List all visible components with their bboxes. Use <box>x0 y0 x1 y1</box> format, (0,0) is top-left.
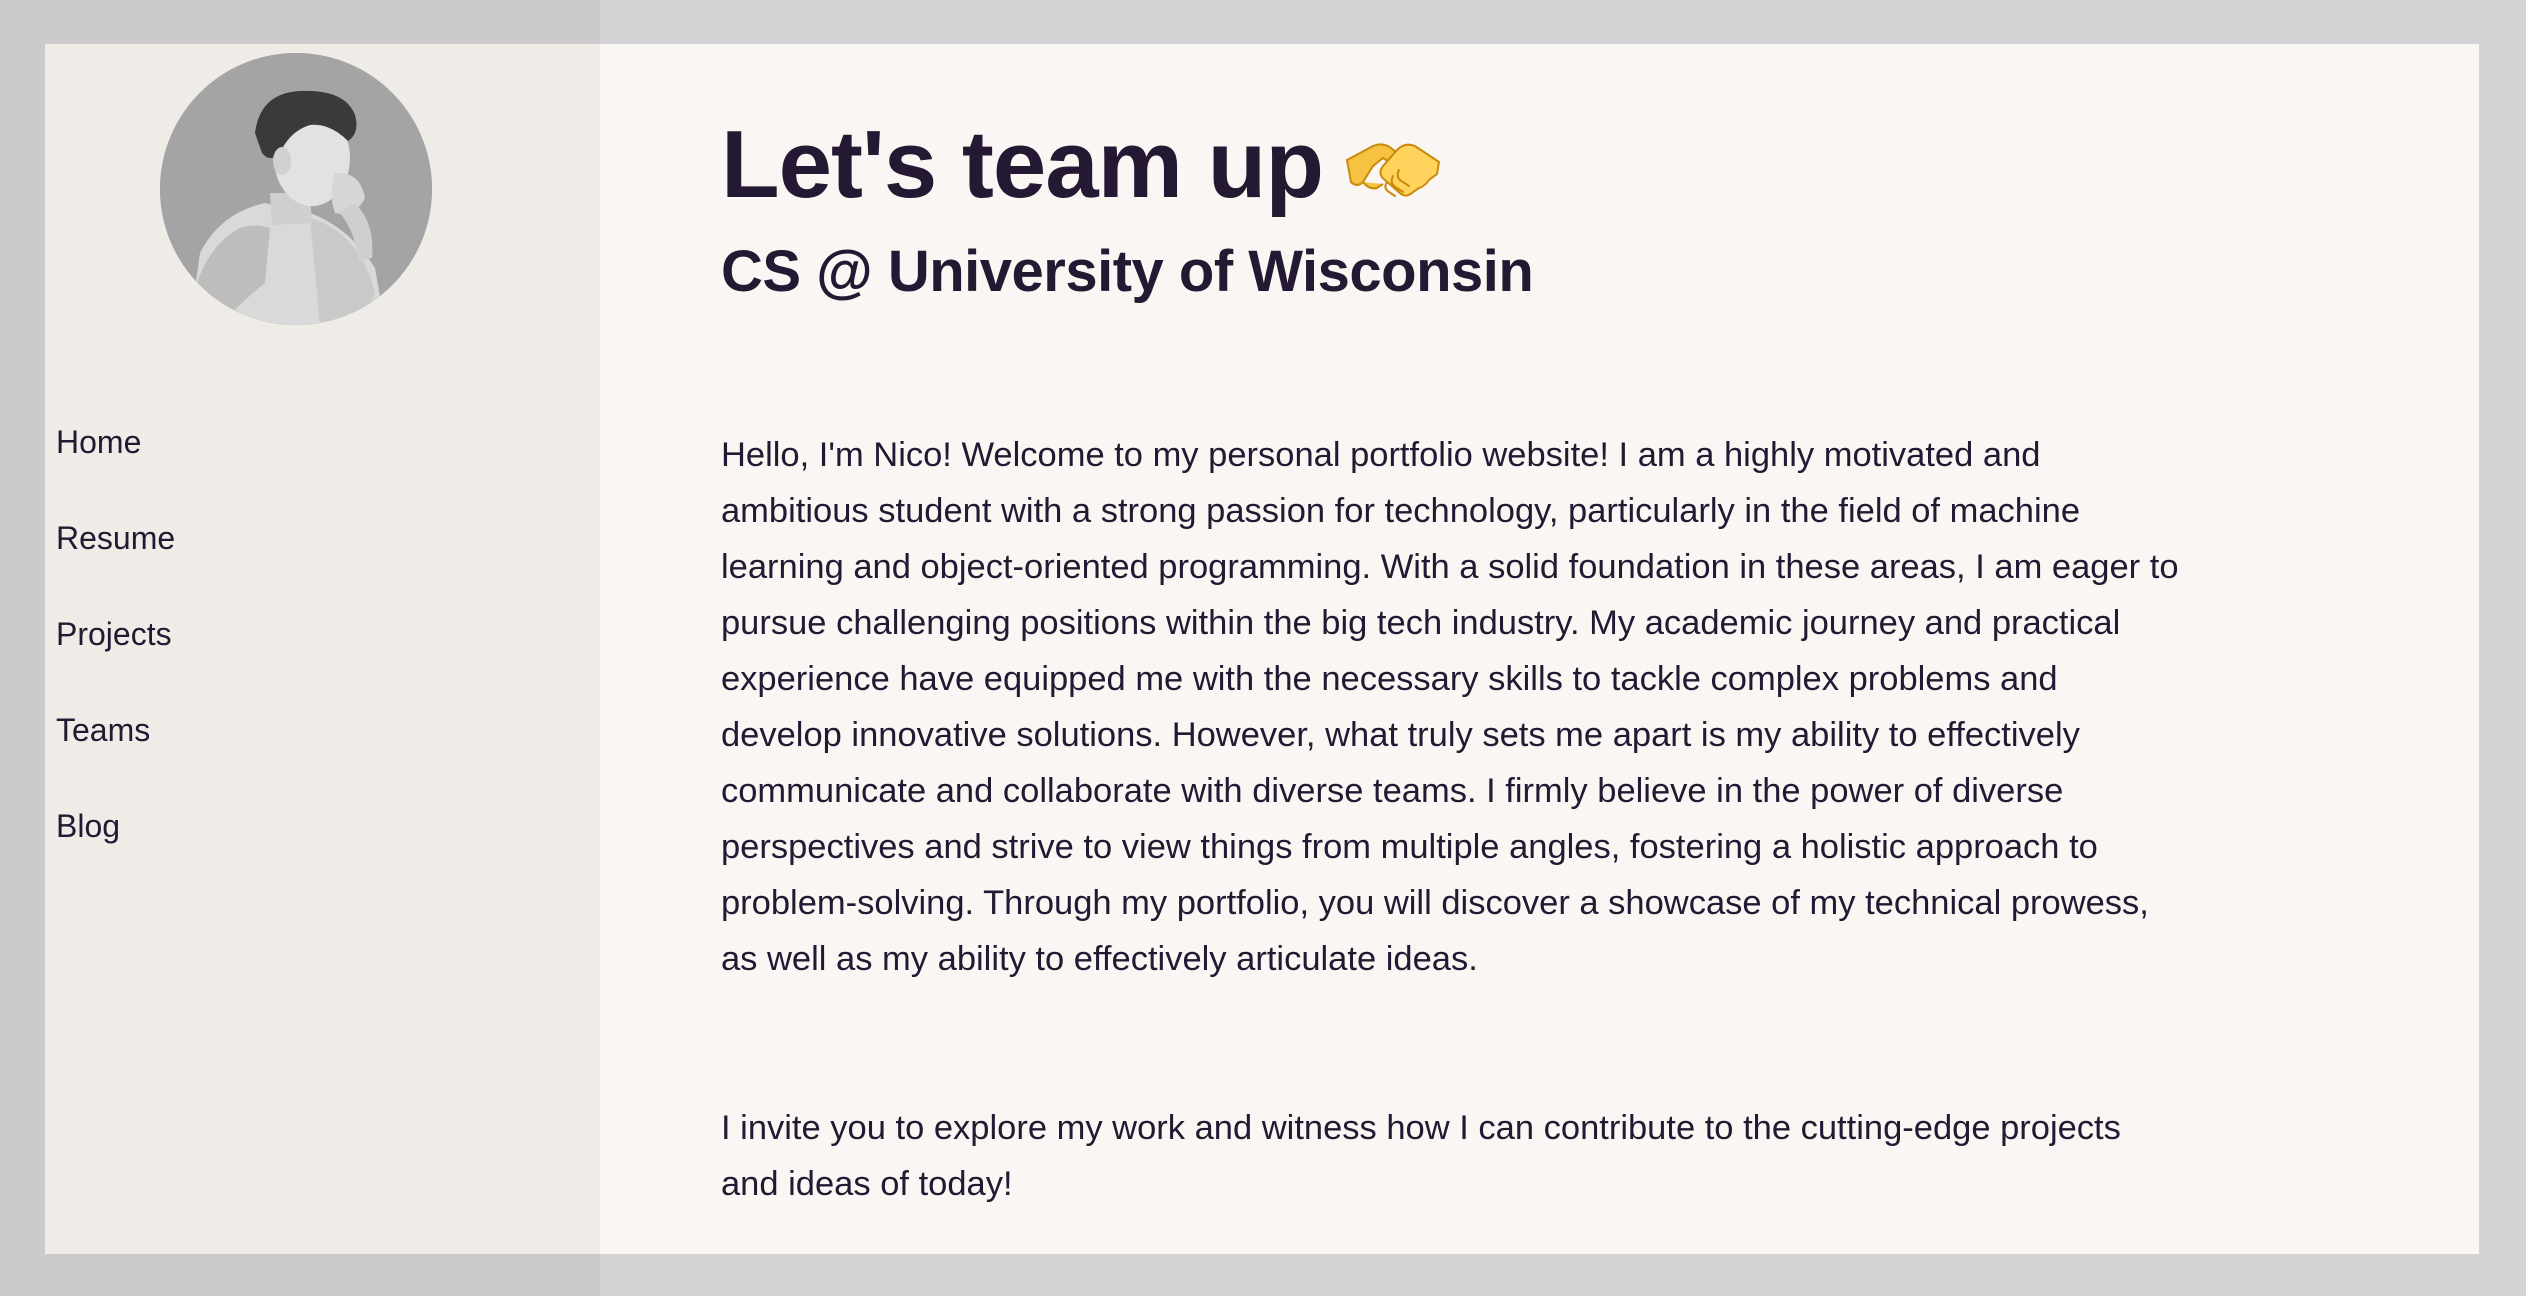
sidebar-item-home: Home <box>56 394 175 490</box>
page-title: Let's team up <box>721 110 1443 220</box>
sidebar-item-projects: Projects <box>56 586 175 682</box>
nav-link-projects[interactable]: Projects <box>56 616 172 653</box>
sidebar-item-blog: Blog <box>56 778 175 874</box>
sidebar-item-teams: Teams <box>56 682 175 778</box>
nav-link-home[interactable]: Home <box>56 424 141 461</box>
nav-link-resume[interactable]: Resume <box>56 520 175 557</box>
page-title-text: Let's team up <box>721 111 1324 218</box>
intro-paragraph: Hello, I'm Nico! Welcome to my personal … <box>721 436 2179 978</box>
page-window: Home Resume Projects Teams Blog Let's te… <box>45 44 2479 1254</box>
sidebar: Home Resume Projects Teams Blog <box>45 44 600 1254</box>
page-subtitle: CS @ University of Wisconsin <box>721 239 1534 304</box>
handshake-icon <box>1343 125 1443 205</box>
sidebar-item-resume: Resume <box>56 490 175 586</box>
nav-link-blog[interactable]: Blog <box>56 808 120 845</box>
avatar <box>160 53 432 325</box>
avatar-portrait-image <box>160 53 432 325</box>
sidebar-nav: Home Resume Projects Teams Blog <box>56 394 175 874</box>
invite-paragraph: I invite you to explore my work and witn… <box>721 1109 2121 1203</box>
nav-link-teams[interactable]: Teams <box>56 712 150 749</box>
